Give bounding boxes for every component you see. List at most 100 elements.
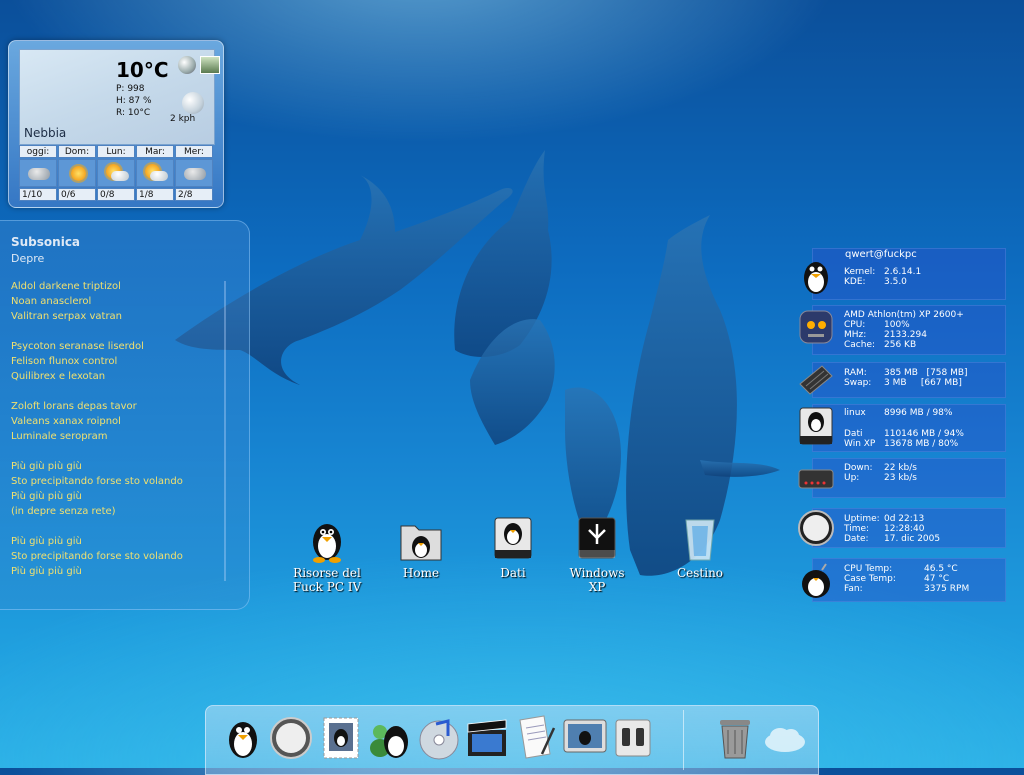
sysmon-swap-value: 3 MB [667 MB]: [884, 378, 962, 388]
sysmon-sensors: CPU Temp: 46.5 °C Case Temp: 47 °C Fan: 337…: [794, 558, 1006, 602]
lyrics-line: [11, 519, 241, 534]
sysmon-fan-value: 3375 RPM: [924, 584, 970, 594]
forecast-day: Mar: 1/8: [136, 145, 174, 203]
forecast-day-name: Mar:: [136, 145, 174, 158]
lyrics-line: Più giù più giù: [11, 536, 82, 547]
compass-icon: [796, 508, 836, 548]
sysmon-ram-value: 385 MB [758 MB]: [884, 368, 968, 378]
lyrics-widget[interactable]: Subsonica Depre Aldol darkene triptizol …: [0, 220, 250, 610]
sysmon-time: Uptime: 0d 22:13 Time: 12:28:40 Date: 17. d…: [794, 508, 1006, 548]
sysmon-swap-label: Swap:: [844, 378, 872, 388]
desktop-icon-my-computer[interactable]: Risorse del Fuck PC IV: [282, 516, 372, 594]
weather-widget[interactable]: 10°C P: 998 H: 87 % R: 10°C 2 kph Nebbia…: [8, 40, 224, 208]
home-folder-icon: [397, 516, 445, 564]
dock: [205, 705, 819, 775]
sysmon-time-label: Time:: [844, 524, 870, 534]
sysmon-uptime-value: 0d 22:13: [884, 514, 925, 524]
sysmon-network: Down: 22 kb/s Up: 23 kb/s: [794, 458, 1006, 498]
desktop-icon-home[interactable]: Home: [376, 516, 466, 580]
trash-icon[interactable]: [712, 714, 758, 762]
sysmon-down-value: 22 kb/s: [884, 463, 917, 473]
sysmon-memory: RAM: 385 MB [758 MB] Swap: 3 MB [667 MB]: [794, 362, 1006, 398]
itunes-icon[interactable]: [416, 714, 462, 762]
lyrics-line: [11, 324, 241, 339]
weather-temperature: 10°C: [116, 58, 169, 82]
dock-separator: [683, 710, 684, 770]
lyrics-line: (in depre senza rete): [11, 506, 116, 517]
tux-bomb-icon: [796, 560, 836, 600]
text-editor-icon[interactable]: [512, 714, 558, 762]
trash-can-icon: [676, 516, 724, 564]
globe-icon[interactable]: [178, 56, 196, 74]
weather-real-feel: R: 10°C: [116, 108, 151, 118]
firewire-drive-icon: [573, 516, 621, 564]
forecast-day: Dom: 0/6: [58, 145, 96, 203]
sysmon-kde-label: KDE:: [844, 277, 866, 287]
forecast-day-name: Mer:: [175, 145, 213, 158]
desktop-icon-label: Windows: [569, 566, 625, 580]
hard-drive-icon: [796, 406, 836, 446]
sysmon-cache-value: 256 KB: [884, 340, 917, 350]
sun-cloud-icon: [136, 159, 174, 187]
wind-icon: [182, 92, 204, 114]
forecast-day: Mer: 2/8: [175, 145, 213, 203]
lyrics-song: Depre: [11, 252, 45, 265]
sysmon-cpu-name: AMD Athlon(tm) XP 2600+: [844, 310, 964, 320]
cloud-icon[interactable]: [762, 714, 808, 762]
lyrics-line: Più giù più giù: [11, 491, 82, 502]
video-clapper-icon[interactable]: [464, 714, 510, 762]
desktop-icon-label: Home: [402, 566, 440, 580]
sysmon-ram-label: RAM:: [844, 368, 867, 378]
desktop-icon-dati[interactable]: Dati: [468, 516, 558, 580]
cloud-icon: [28, 168, 50, 180]
forecast-day: oggi: 1/10: [19, 145, 57, 203]
sysmon-cache-label: Cache:: [844, 340, 876, 350]
lyrics-line: Sto precipitando forse sto volando: [11, 476, 183, 487]
lyrics-line: Più giù più giù: [11, 566, 82, 577]
weather-pressure: P: 998: [116, 84, 145, 94]
lyrics-line: Noan anasclerol: [11, 296, 92, 307]
sysmon-cputemp-value: 46.5 °C: [924, 564, 958, 574]
sysmon-casetemp-value: 47 °C: [924, 574, 950, 584]
forecast-day-name: Lun:: [97, 145, 135, 158]
mail-stamp-icon[interactable]: [318, 714, 364, 762]
network-router-icon: [796, 458, 836, 498]
sysmon-winxp-label: Win XP: [844, 439, 876, 449]
lyrics-scrollbar[interactable]: [224, 281, 226, 581]
cpu-robot-icon: [796, 307, 836, 347]
screen-monitor-icon[interactable]: [562, 714, 608, 762]
sysmon-mhz-label: MHz:: [844, 330, 867, 340]
desktop-icon-windows-xp[interactable]: Windows XP: [552, 516, 642, 594]
switch-icon[interactable]: [610, 714, 656, 762]
weather-current-panel: 10°C P: 998 H: 87 % R: 10°C 2 kph Nebbia: [19, 49, 220, 145]
sysmon-cpu-value: 100%: [884, 320, 910, 330]
sysmon-linux-value: 8996 MB / 98%: [884, 408, 953, 418]
safari-compass-icon[interactable]: [268, 714, 314, 762]
forecast-day-value: 1/10: [19, 188, 57, 201]
desktop-icon-trash[interactable]: Cestino: [655, 516, 745, 580]
desktop-icon-label: Dati: [500, 566, 526, 580]
sun-icon: [71, 166, 86, 181]
lyrics-line: Sto precipitando forse sto volando: [11, 551, 183, 562]
sysmon-cputemp-label: CPU Temp:: [844, 564, 893, 574]
photo-icon[interactable]: [200, 56, 220, 74]
sysmon-time-value: 12:28:40: [884, 524, 925, 534]
sysmon-uptime-label: Uptime:: [844, 514, 880, 524]
forecast-day-value: 0/8: [97, 188, 135, 201]
cloud-icon: [184, 168, 206, 180]
forecast-day-value: 2/8: [175, 188, 213, 201]
sysmon-cpu-label: CPU:: [844, 320, 866, 330]
lyrics-line: Valeans xanax roipnol: [11, 416, 121, 427]
weather-wind: 2 kph: [170, 114, 196, 124]
desktop-icon-label: Risorse del: [293, 566, 361, 580]
sysmon-casetemp-label: Case Temp:: [844, 574, 896, 584]
lyrics-line: [11, 384, 241, 399]
desktop-icon-label: XP: [588, 580, 606, 594]
tux-finder-icon[interactable]: [220, 714, 266, 762]
messenger-icon[interactable]: [366, 714, 412, 762]
lyrics-line: Valitran serpax vatran: [11, 311, 123, 322]
sysmon-down-label: Down:: [844, 463, 873, 473]
weather-condition: Nebbia: [24, 126, 67, 140]
sysmon-up-value: 23 kb/s: [884, 473, 917, 483]
lyrics-line: Felison flunox control: [11, 356, 118, 367]
